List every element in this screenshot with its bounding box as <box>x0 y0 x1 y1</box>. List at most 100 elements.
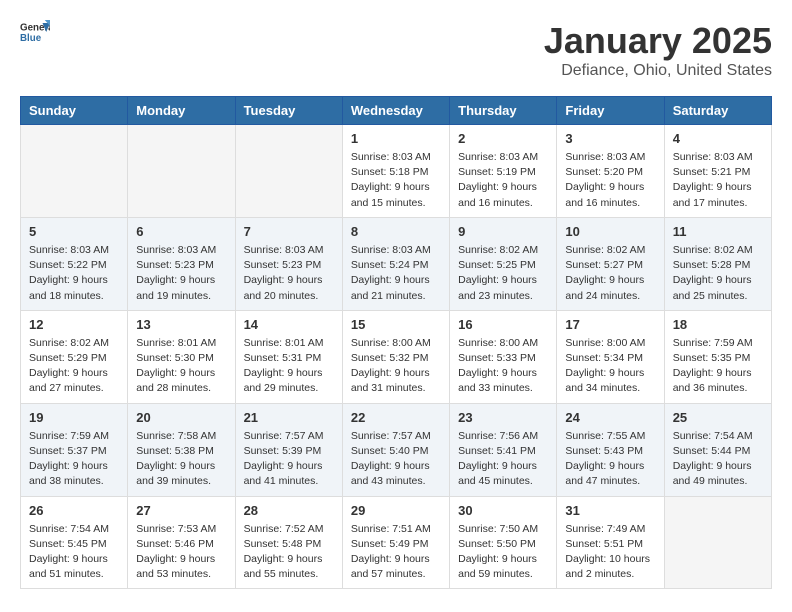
day-number: 7 <box>244 224 334 239</box>
day-info: Sunrise: 7:53 AM Sunset: 5:46 PM Dayligh… <box>136 522 226 583</box>
month-title: January 2025 <box>544 20 772 62</box>
calendar-cell: 4Sunrise: 8:03 AM Sunset: 5:21 PM Daylig… <box>664 125 771 218</box>
day-number: 6 <box>136 224 226 239</box>
day-info: Sunrise: 8:03 AM Sunset: 5:24 PM Dayligh… <box>351 243 441 304</box>
day-info: Sunrise: 7:50 AM Sunset: 5:50 PM Dayligh… <box>458 522 548 583</box>
title-area: January 2025 Defiance, Ohio, United Stat… <box>544 20 772 80</box>
day-number: 10 <box>565 224 655 239</box>
day-number: 17 <box>565 317 655 332</box>
day-number: 30 <box>458 503 548 518</box>
day-number: 26 <box>29 503 119 518</box>
generalblue-logo-icon: General Blue <box>20 20 50 44</box>
location-title: Defiance, Ohio, United States <box>544 62 772 80</box>
day-number: 14 <box>244 317 334 332</box>
day-number: 28 <box>244 503 334 518</box>
day-number: 15 <box>351 317 441 332</box>
calendar-cell <box>664 496 771 589</box>
day-number: 13 <box>136 317 226 332</box>
calendar-cell: 27 Sunrise: 7:53 AM Sunset: 5:46 PM Dayli… <box>128 496 235 589</box>
calendar-cell: 2 Sunrise: 8:03 AM Sunset: 5:19 PM Daylig… <box>450 125 557 218</box>
day-info: Sunrise: 8:03 AM Sunset: 5:19 PM Dayligh… <box>458 150 548 211</box>
day-number: 22 <box>351 410 441 425</box>
day-info: Sunrise: 7:59 AM Sunset: 5:35 PM Dayligh… <box>673 336 763 397</box>
day-number: 20 <box>136 410 226 425</box>
day-number: 8 <box>351 224 441 239</box>
day-number: 5 <box>29 224 119 239</box>
calendar-cell: 17Sunrise: 8:00 AM Sunset: 5:34 PM Dayli… <box>557 310 664 403</box>
day-number: 27 <box>136 503 226 518</box>
day-number: 25 <box>673 410 763 425</box>
day-number: 1 <box>351 131 441 146</box>
calendar-cell: 11 Sunrise: 8:02 AM Sunset: 5:28 PM Dayli… <box>664 217 771 310</box>
calendar-cell: 9 Sunrise: 8:02 AM Sunset: 5:25 PM Daylig… <box>450 217 557 310</box>
weekday-header-wednesday: Wednesday <box>342 97 449 125</box>
day-number: 11 <box>673 224 763 239</box>
weekday-header-row: SundayMondayTuesdayWednesdayThursdayFrid… <box>21 97 772 125</box>
day-number: 18 <box>673 317 763 332</box>
day-number: 4 <box>673 131 763 146</box>
calendar-week-row: 5 Sunrise: 8:03 AM Sunset: 5:22 PM Daylig… <box>21 217 772 310</box>
weekday-header-saturday: Saturday <box>664 97 771 125</box>
calendar-cell: 7 Sunrise: 8:03 AM Sunset: 5:23 PM Daylig… <box>235 217 342 310</box>
calendar-cell <box>128 125 235 218</box>
day-info: Sunrise: 8:03 AM Sunset: 5:20 PM Dayligh… <box>565 150 655 211</box>
calendar-cell: 23 Sunrise: 7:56 AM Sunset: 5:41 PM Dayli… <box>450 403 557 496</box>
calendar-cell <box>21 125 128 218</box>
day-info: Sunrise: 8:03 AM Sunset: 5:23 PM Dayligh… <box>136 243 226 304</box>
day-info: Sunrise: 8:03 AM Sunset: 5:22 PM Dayligh… <box>29 243 119 304</box>
day-number: 12 <box>29 317 119 332</box>
calendar-cell: 10 Sunrise: 8:02 AM Sunset: 5:27 PM Dayli… <box>557 217 664 310</box>
day-info: Sunrise: 7:56 AM Sunset: 5:41 PM Dayligh… <box>458 429 548 490</box>
calendar-cell: 21Sunrise: 7:57 AM Sunset: 5:39 PM Dayli… <box>235 403 342 496</box>
day-info: Sunrise: 8:01 AM Sunset: 5:31 PM Dayligh… <box>244 336 334 397</box>
calendar-cell: 14 Sunrise: 8:01 AM Sunset: 5:31 PM Dayli… <box>235 310 342 403</box>
svg-text:Blue: Blue <box>20 33 42 44</box>
day-info: Sunrise: 7:57 AM Sunset: 5:39 PM Dayligh… <box>244 429 334 490</box>
day-number: 2 <box>458 131 548 146</box>
day-info: Sunrise: 7:58 AM Sunset: 5:38 PM Dayligh… <box>136 429 226 490</box>
day-info: Sunrise: 8:02 AM Sunset: 5:25 PM Dayligh… <box>458 243 548 304</box>
calendar-cell: 28Sunrise: 7:52 AM Sunset: 5:48 PM Dayli… <box>235 496 342 589</box>
calendar-week-row: 1Sunrise: 8:03 AM Sunset: 5:18 PM Daylig… <box>21 125 772 218</box>
day-number: 9 <box>458 224 548 239</box>
calendar-cell: 30 Sunrise: 7:50 AM Sunset: 5:50 PM Dayli… <box>450 496 557 589</box>
day-number: 16 <box>458 317 548 332</box>
calendar-cell: 18 Sunrise: 7:59 AM Sunset: 5:35 PM Dayli… <box>664 310 771 403</box>
day-info: Sunrise: 7:49 AM Sunset: 5:51 PM Dayligh… <box>565 522 655 583</box>
day-number: 3 <box>565 131 655 146</box>
day-info: Sunrise: 8:00 AM Sunset: 5:33 PM Dayligh… <box>458 336 548 397</box>
weekday-header-thursday: Thursday <box>450 97 557 125</box>
calendar-cell: 16 Sunrise: 8:00 AM Sunset: 5:33 PM Dayli… <box>450 310 557 403</box>
weekday-header-monday: Monday <box>128 97 235 125</box>
weekday-header-tuesday: Tuesday <box>235 97 342 125</box>
calendar-cell: 31 Sunrise: 7:49 AM Sunset: 5:51 PM Dayli… <box>557 496 664 589</box>
day-info: Sunrise: 8:03 AM Sunset: 5:23 PM Dayligh… <box>244 243 334 304</box>
calendar-cell: 6 Sunrise: 8:03 AM Sunset: 5:23 PM Daylig… <box>128 217 235 310</box>
calendar-cell: 19Sunrise: 7:59 AM Sunset: 5:37 PM Dayli… <box>21 403 128 496</box>
calendar-cell: 8 Sunrise: 8:03 AM Sunset: 5:24 PM Daylig… <box>342 217 449 310</box>
calendar-cell: 25 Sunrise: 7:54 AM Sunset: 5:44 PM Dayli… <box>664 403 771 496</box>
day-info: Sunrise: 7:51 AM Sunset: 5:49 PM Dayligh… <box>351 522 441 583</box>
calendar-week-row: 26 Sunrise: 7:54 AM Sunset: 5:45 PM Dayli… <box>21 496 772 589</box>
calendar-cell: 13Sunrise: 8:01 AM Sunset: 5:30 PM Dayli… <box>128 310 235 403</box>
calendar-cell: 26 Sunrise: 7:54 AM Sunset: 5:45 PM Dayli… <box>21 496 128 589</box>
calendar-cell: 22Sunrise: 7:57 AM Sunset: 5:40 PM Dayli… <box>342 403 449 496</box>
day-info: Sunrise: 7:54 AM Sunset: 5:44 PM Dayligh… <box>673 429 763 490</box>
calendar-cell <box>235 125 342 218</box>
calendar-cell: 15Sunrise: 8:00 AM Sunset: 5:32 PM Dayli… <box>342 310 449 403</box>
day-number: 31 <box>565 503 655 518</box>
day-info: Sunrise: 7:55 AM Sunset: 5:43 PM Dayligh… <box>565 429 655 490</box>
calendar-week-row: 12Sunrise: 8:02 AM Sunset: 5:29 PM Dayli… <box>21 310 772 403</box>
weekday-header-friday: Friday <box>557 97 664 125</box>
day-number: 23 <box>458 410 548 425</box>
calendar-cell: 3 Sunrise: 8:03 AM Sunset: 5:20 PM Daylig… <box>557 125 664 218</box>
day-info: Sunrise: 8:02 AM Sunset: 5:28 PM Dayligh… <box>673 243 763 304</box>
calendar-week-row: 19Sunrise: 7:59 AM Sunset: 5:37 PM Dayli… <box>21 403 772 496</box>
weekday-header-sunday: Sunday <box>21 97 128 125</box>
day-info: Sunrise: 7:59 AM Sunset: 5:37 PM Dayligh… <box>29 429 119 490</box>
calendar-cell: 1Sunrise: 8:03 AM Sunset: 5:18 PM Daylig… <box>342 125 449 218</box>
day-number: 29 <box>351 503 441 518</box>
day-info: Sunrise: 8:02 AM Sunset: 5:27 PM Dayligh… <box>565 243 655 304</box>
day-number: 24 <box>565 410 655 425</box>
day-info: Sunrise: 7:54 AM Sunset: 5:45 PM Dayligh… <box>29 522 119 583</box>
